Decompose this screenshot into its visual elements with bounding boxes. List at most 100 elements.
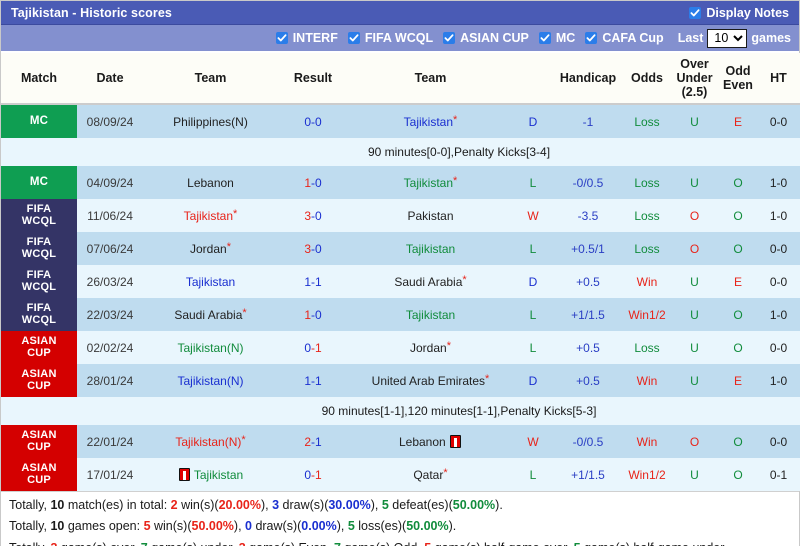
- table-row[interactable]: ASIAN CUP 22/01/24 Tajikistan(N)* 2-1 Lebanon…: [1, 425, 800, 458]
- over-under-25-result: U: [671, 104, 718, 138]
- home-team-cell[interactable]: Saudi Arabia*: [143, 298, 278, 331]
- home-team-cell[interactable]: Philippines(N): [143, 104, 278, 138]
- competition-badge[interactable]: MC: [1, 166, 77, 199]
- result-score[interactable]: 0-1: [278, 458, 348, 491]
- competition-badge[interactable]: ASIAN CUP: [1, 364, 77, 397]
- result-score[interactable]: 1-1: [278, 265, 348, 298]
- col-odd-even[interactable]: Odd Even: [718, 53, 758, 105]
- table-row[interactable]: FIFA WCQL 11/06/24 Tajikistan* 3-0 Pakistan W -…: [1, 199, 800, 232]
- competition-badge[interactable]: FIFA WCQL: [1, 298, 77, 331]
- table-row[interactable]: FIFA WCQL 07/06/24 Jordan* 3-0 Tajikistan L +0.…: [1, 232, 800, 265]
- away-team-cell[interactable]: Jordan*: [348, 331, 513, 364]
- odd-even-result: O: [718, 298, 758, 331]
- match-competition-cell[interactable]: MC: [1, 166, 77, 199]
- competition-badge[interactable]: MC: [1, 105, 77, 138]
- away-team-cell[interactable]: Tajikistan: [348, 298, 513, 331]
- summary-open-segment: ).: [448, 519, 457, 534]
- odd-even-result: O: [718, 458, 758, 491]
- odd-even-result: E: [718, 104, 758, 138]
- table-row[interactable]: MC 08/09/24 Philippines(N) 0-0 Tajikistan* D -…: [1, 104, 800, 138]
- result-score[interactable]: 1-1: [278, 364, 348, 397]
- away-team-cell[interactable]: Qatar*: [348, 458, 513, 491]
- display-notes-toggle[interactable]: Display Notes: [689, 6, 793, 20]
- team-name: Tajikistan: [405, 241, 456, 256]
- col-match[interactable]: Match: [1, 53, 77, 105]
- half-time-score: 1-0: [758, 364, 799, 397]
- table-row[interactable]: ASIAN CUP 28/01/24 Tajikistan(N) 1-1 United A…: [1, 364, 800, 397]
- col-away-team[interactable]: Team: [348, 53, 513, 105]
- home-team-cell[interactable]: Tajikistan(N): [143, 331, 278, 364]
- games-count-select[interactable]: 10203050: [707, 28, 748, 48]
- filter-mc[interactable]: MC: [538, 31, 575, 45]
- away-team-cell[interactable]: United Arab Emirates*: [348, 364, 513, 397]
- home-team-cell[interactable]: Lebanon: [143, 166, 278, 199]
- match-competition-cell[interactable]: ASIAN CUP: [1, 425, 77, 458]
- table-row[interactable]: FIFA WCQL 26/03/24 Tajikistan 1-1 Saudi Arabi…: [1, 265, 800, 298]
- filter-interf[interactable]: INTERF: [275, 31, 338, 45]
- result-score[interactable]: 0-0: [278, 104, 348, 138]
- historic-scores-table: Match Date Team Result Team Handicap Odd…: [1, 53, 800, 491]
- checkbox-checked-icon[interactable]: [585, 32, 598, 44]
- home-team-cell[interactable]: Tajikistan: [143, 458, 278, 491]
- match-competition-cell[interactable]: ASIAN CUP: [1, 458, 77, 491]
- result-away-goals: -0: [311, 114, 322, 129]
- result-score[interactable]: 1-0: [278, 166, 348, 199]
- match-competition-cell[interactable]: FIFA WCQL: [1, 265, 77, 298]
- away-team-cell[interactable]: Pakistan: [348, 199, 513, 232]
- match-date: 22/01/24: [77, 425, 143, 458]
- away-team-cell[interactable]: Saudi Arabia*: [348, 265, 513, 298]
- home-team-cell[interactable]: Tajikistan(N)*: [143, 425, 278, 458]
- col-ht[interactable]: HT: [758, 53, 799, 105]
- home-advantage-star-icon: *: [462, 273, 467, 286]
- away-team-cell[interactable]: Tajikistan*: [348, 104, 513, 138]
- col-over-under-25[interactable]: Over Under (2.5): [671, 53, 718, 105]
- match-competition-cell[interactable]: FIFA WCQL: [1, 232, 77, 265]
- competition-badge[interactable]: ASIAN CUP: [1, 331, 77, 364]
- match-competition-cell[interactable]: FIFA WCQL: [1, 298, 77, 331]
- home-team-cell[interactable]: Jordan*: [143, 232, 278, 265]
- home-team-cell[interactable]: Tajikistan: [143, 265, 278, 298]
- col-date[interactable]: Date: [77, 53, 143, 105]
- col-handicap[interactable]: Handicap: [553, 53, 623, 105]
- checkbox-checked-icon[interactable]: [538, 32, 551, 44]
- home-team-cell[interactable]: Tajikistan*: [143, 199, 278, 232]
- away-team-cell[interactable]: Lebanon: [348, 425, 513, 458]
- table-row[interactable]: FIFA WCQL 22/03/24 Saudi Arabia* 1-0 Tajikist…: [1, 298, 800, 331]
- result-score[interactable]: 0-1: [278, 331, 348, 364]
- match-competition-cell[interactable]: ASIAN CUP: [1, 364, 77, 397]
- home-team-cell[interactable]: Tajikistan(N): [143, 364, 278, 397]
- table-row[interactable]: MC 04/09/24 Lebanon 1-0 Tajikistan* L -0/0.5 Lo…: [1, 166, 800, 199]
- competition-badge[interactable]: FIFA WCQL: [1, 232, 77, 265]
- result-score[interactable]: 2-1: [278, 425, 348, 458]
- col-odds[interactable]: Odds: [623, 53, 671, 105]
- result-score[interactable]: 3-0: [278, 232, 348, 265]
- summary-total-segment: defeat(es)(: [388, 498, 453, 512]
- table-row[interactable]: ASIAN CUP 17/01/24 Tajikistan 0-1 Qatar* L +1/…: [1, 458, 800, 491]
- checkbox-checked-icon[interactable]: [347, 32, 360, 44]
- filter-asian-cup[interactable]: ASIAN CUP: [443, 31, 529, 45]
- away-team-cell[interactable]: Tajikistan*: [348, 166, 513, 199]
- result-home-goals: 2: [304, 434, 311, 449]
- competition-badge[interactable]: ASIAN CUP: [1, 425, 77, 458]
- match-competition-cell[interactable]: MC: [1, 104, 77, 138]
- result-score[interactable]: 3-0: [278, 199, 348, 232]
- result-score[interactable]: 1-0: [278, 298, 348, 331]
- away-team-cell[interactable]: Tajikistan: [348, 232, 513, 265]
- filter-cafa-cup[interactable]: CAFA Cup: [585, 31, 664, 45]
- competition-badge[interactable]: FIFA WCQL: [1, 265, 77, 298]
- competition-badge[interactable]: ASIAN CUP: [1, 458, 77, 491]
- summary-total-segment: 50.00%: [452, 498, 496, 512]
- competition-badge[interactable]: FIFA WCQL: [1, 199, 77, 232]
- result-away-goals: -1: [311, 434, 322, 449]
- checkbox-checked-icon[interactable]: [443, 32, 456, 44]
- match-competition-cell[interactable]: ASIAN CUP: [1, 331, 77, 364]
- col-home-team[interactable]: Team: [143, 53, 278, 105]
- summary-total-segment: 3: [272, 498, 280, 512]
- match-competition-cell[interactable]: FIFA WCQL: [1, 199, 77, 232]
- competition-badge-line: ASIAN: [21, 429, 57, 442]
- table-row[interactable]: ASIAN CUP 02/02/24 Tajikistan(N) 0-1 Jordan* L…: [1, 331, 800, 364]
- filter-fifa-wcql[interactable]: FIFA WCQL: [347, 31, 433, 45]
- checkbox-checked-icon[interactable]: [689, 6, 702, 19]
- col-result[interactable]: Result: [278, 53, 348, 105]
- checkbox-checked-icon[interactable]: [275, 32, 288, 44]
